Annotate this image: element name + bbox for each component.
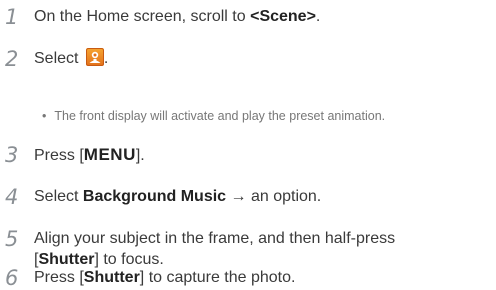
- step-text: On the Home screen, scroll to <Scene>.: [34, 5, 320, 29]
- bullet: •: [42, 109, 47, 123]
- step-number: 1: [5, 5, 19, 29]
- step-text-part: .: [315, 8, 321, 25]
- scene-mode-icon: [85, 48, 104, 66]
- step-2-note: • The front display will activate and pla…: [42, 107, 385, 125]
- step-number: 5: [5, 227, 19, 251]
- step-text: Select Background Music → an option.: [34, 185, 321, 209]
- step-text: Press [MENU].: [34, 143, 145, 168]
- step-text-part: On the Home screen, scroll to: [34, 8, 251, 25]
- step-text-part: Press [: [34, 269, 84, 286]
- step-number: 4: [5, 185, 19, 209]
- step-text-part: Press [: [34, 147, 84, 164]
- scene-label: <Scene>: [250, 8, 316, 25]
- step-text-part: Select: [34, 188, 83, 205]
- background-music-label: Background Music: [82, 188, 227, 205]
- menu-key-label: MENU: [83, 145, 136, 164]
- step-text-part: ].: [135, 147, 145, 164]
- shutter-label: Shutter: [83, 269, 140, 286]
- step-2: 2 Select .: [0, 47, 496, 71]
- step-number: 2: [5, 47, 19, 71]
- step-text-part: .: [103, 50, 109, 67]
- step-text-part: Select: [34, 50, 83, 67]
- step-text: Press [Shutter] to capture the photo.: [34, 266, 295, 290]
- step-6: 6 Press [Shutter] to capture the photo.: [0, 266, 496, 290]
- step-number: 3: [5, 143, 19, 167]
- step-4: 4 Select Background Music → an option.: [0, 185, 496, 209]
- step-text: Select .: [34, 47, 108, 71]
- step-3: 3 Press [MENU].: [0, 143, 496, 167]
- step-5: 5 Align your subject in the frame, and t…: [0, 227, 496, 271]
- note-text: The front display will activate and play…: [54, 109, 386, 123]
- step-number: 6: [5, 266, 19, 290]
- step-1: 1 On the Home screen, scroll to <Scene>.: [0, 5, 496, 29]
- step-text-part: ] to capture the photo.: [139, 269, 296, 286]
- step-text-part: → an option.: [226, 188, 322, 205]
